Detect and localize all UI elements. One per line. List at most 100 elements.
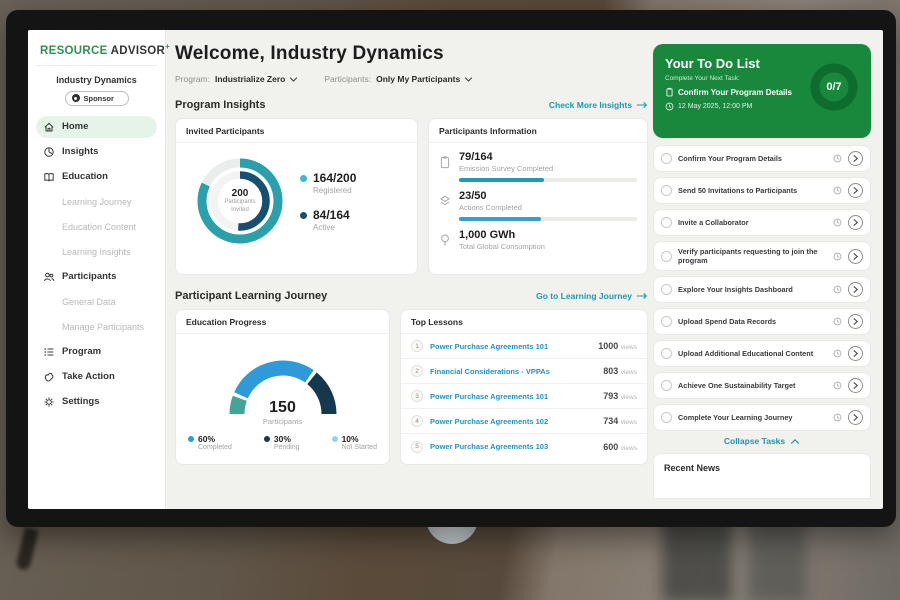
- task-item[interactable]: Verify participants requesting to join t…: [653, 241, 871, 271]
- sidebar-item-settings[interactable]: Settings: [36, 391, 157, 413]
- sidebar-item-insights[interactable]: Insights: [36, 141, 157, 163]
- lesson-views-value: 1000: [598, 341, 618, 351]
- chevron-right-icon: [852, 154, 859, 163]
- sidebar-item-label: Manage Participants: [62, 322, 144, 332]
- task-checkbox[interactable]: [661, 185, 672, 196]
- go-to-learning-journey-link[interactable]: Go to Learning Journey: [536, 291, 648, 301]
- task-checkbox[interactable]: [661, 251, 672, 262]
- task-go-button[interactable]: [848, 215, 863, 230]
- app-logo: RESOURCE ADVISOR+: [36, 40, 157, 66]
- global-consumption-label: Total Global Consumption: [459, 242, 545, 251]
- task-item[interactable]: Send 50 Invitations to Participants: [653, 177, 871, 204]
- layers-icon: [439, 194, 451, 208]
- lesson-views-suffix: views: [621, 344, 637, 351]
- clock-icon: [833, 186, 842, 195]
- sidebar-item-education-content[interactable]: Education Content: [36, 216, 157, 238]
- lesson-row: 1 Power Purchase Agreements 101 1000 vie…: [401, 334, 647, 359]
- chevron-right-icon: [852, 349, 859, 358]
- take-action-icon: [43, 371, 55, 383]
- sidebar-item-program[interactable]: Program: [36, 341, 157, 363]
- lesson-row: 4 Power Purchase Agreements 102 734 view…: [401, 409, 647, 434]
- main-content: Welcome, Industry Dynamics Program: Indu…: [166, 30, 883, 509]
- task-checkbox[interactable]: [661, 153, 672, 164]
- lesson-link[interactable]: Power Purchase Agreements 103: [430, 442, 596, 451]
- sidebar-item-label: Insights: [62, 146, 98, 157]
- dashboard-screen: RESOURCE ADVISOR+ Industry Dynamics Spon…: [28, 30, 883, 509]
- task-checkbox[interactable]: [661, 348, 672, 359]
- sidebar-item-label: Program: [62, 346, 101, 357]
- task-item[interactable]: Achieve One Sustainability Target: [653, 372, 871, 399]
- education-gauge-chart: 150 Participants: [208, 344, 358, 426]
- lesson-row: 3 Power Purchase Agreements 101 793 view…: [401, 384, 647, 409]
- chevron-down-icon: [464, 76, 473, 83]
- task-checkbox[interactable]: [661, 380, 672, 391]
- sponsor-badge[interactable]: Sponsor: [65, 91, 129, 106]
- go-to-learning-journey-label: Go to Learning Journey: [536, 291, 632, 301]
- donut-center-label: Participants Invited: [217, 199, 263, 214]
- check-more-insights-link[interactable]: Check More Insights: [549, 100, 648, 110]
- task-item[interactable]: Upload Spend Data Records: [653, 308, 871, 335]
- task-go-button[interactable]: [848, 249, 863, 264]
- stat-emission-survey: 79/164 Emission Survey Completed: [429, 143, 647, 182]
- task-item[interactable]: Upload Additional Educational Content: [653, 340, 871, 367]
- sidebar-item-education[interactable]: Education: [36, 166, 157, 188]
- task-label: Upload Additional Educational Content: [678, 349, 827, 358]
- participants-information-title: Participants Information: [429, 119, 647, 143]
- sidebar-item-general-data[interactable]: General Data: [36, 291, 157, 313]
- program-insights-header: Program Insights Check More Insights: [175, 99, 648, 111]
- task-checkbox[interactable]: [661, 412, 672, 423]
- lesson-views-value: 803: [603, 366, 618, 376]
- task-go-button[interactable]: [848, 410, 863, 425]
- sidebar-item-manage-participants[interactable]: Manage Participants: [36, 316, 157, 338]
- arrow-right-icon: [636, 101, 648, 109]
- top-lessons-card: Top Lessons 1 Power Purchase Agreements …: [400, 309, 648, 465]
- collapse-tasks-link[interactable]: Collapse Tasks: [653, 436, 871, 446]
- task-go-button[interactable]: [848, 314, 863, 329]
- lesson-link[interactable]: Power Purchase Agreements 101: [430, 392, 596, 401]
- participants-filter-dropdown[interactable]: Only My Participants: [376, 74, 473, 84]
- task-label: Explore Your Insights Dashboard: [678, 285, 827, 294]
- task-go-button[interactable]: [848, 151, 863, 166]
- background-object: [15, 527, 39, 571]
- task-item[interactable]: Confirm Your Program Details: [653, 145, 871, 172]
- lesson-link[interactable]: Power Purchase Agreements 101: [430, 342, 591, 351]
- task-checkbox[interactable]: [661, 316, 672, 327]
- lesson-link[interactable]: Financial Considerations - VPPAs: [430, 367, 596, 376]
- invited-participants-card: Invited Participants 200 Partic: [175, 118, 418, 275]
- sponsor-label: Sponsor: [84, 94, 114, 103]
- active-label: Active: [313, 223, 350, 232]
- task-go-button[interactable]: [848, 378, 863, 393]
- sidebar-item-home[interactable]: Home: [36, 116, 157, 138]
- registered-label: Registered: [313, 186, 356, 195]
- task-checkbox[interactable]: [661, 217, 672, 228]
- task-item[interactable]: Explore Your Insights Dashboard: [653, 276, 871, 303]
- clock-icon: [833, 413, 842, 422]
- task-item[interactable]: Complete Your Learning Journey: [653, 404, 871, 431]
- task-go-button[interactable]: [848, 346, 863, 361]
- chevron-right-icon: [852, 413, 859, 422]
- main-column: Welcome, Industry Dynamics Program: Indu…: [166, 30, 648, 509]
- book-icon: [43, 171, 55, 183]
- list-icon: [43, 346, 55, 358]
- task-item[interactable]: Invite a Collaborator: [653, 209, 871, 236]
- todo-column: Your To Do List Complete Your Next Task:…: [653, 44, 871, 509]
- task-go-button[interactable]: [848, 282, 863, 297]
- task-checkbox[interactable]: [661, 284, 672, 295]
- lesson-link[interactable]: Power Purchase Agreements 102: [430, 417, 596, 426]
- learning-journey-title: Participant Learning Journey: [175, 290, 327, 302]
- lesson-rank-badge: 2: [411, 365, 423, 377]
- filters-row: Program: Industrialize Zero Participants…: [175, 74, 648, 84]
- chevron-right-icon: [852, 285, 859, 294]
- lesson-views-suffix: views: [621, 445, 637, 452]
- sidebar-item-take-action[interactable]: Take Action: [36, 366, 157, 388]
- legend-item-completed: 60% Completed: [188, 434, 232, 451]
- program-filter-dropdown[interactable]: Industrialize Zero: [215, 74, 298, 84]
- sidebar-item-participants[interactable]: Participants: [36, 266, 157, 288]
- lesson-rank-badge: 1: [411, 340, 423, 352]
- sidebar-item-learning-insights[interactable]: Learning Insights: [36, 241, 157, 263]
- clock-icon: [833, 381, 842, 390]
- sidebar-item-learning-journey[interactable]: Learning Journey: [36, 191, 157, 213]
- clock-icon: [833, 252, 842, 261]
- top-lessons-title: Top Lessons: [401, 310, 647, 334]
- task-go-button[interactable]: [848, 183, 863, 198]
